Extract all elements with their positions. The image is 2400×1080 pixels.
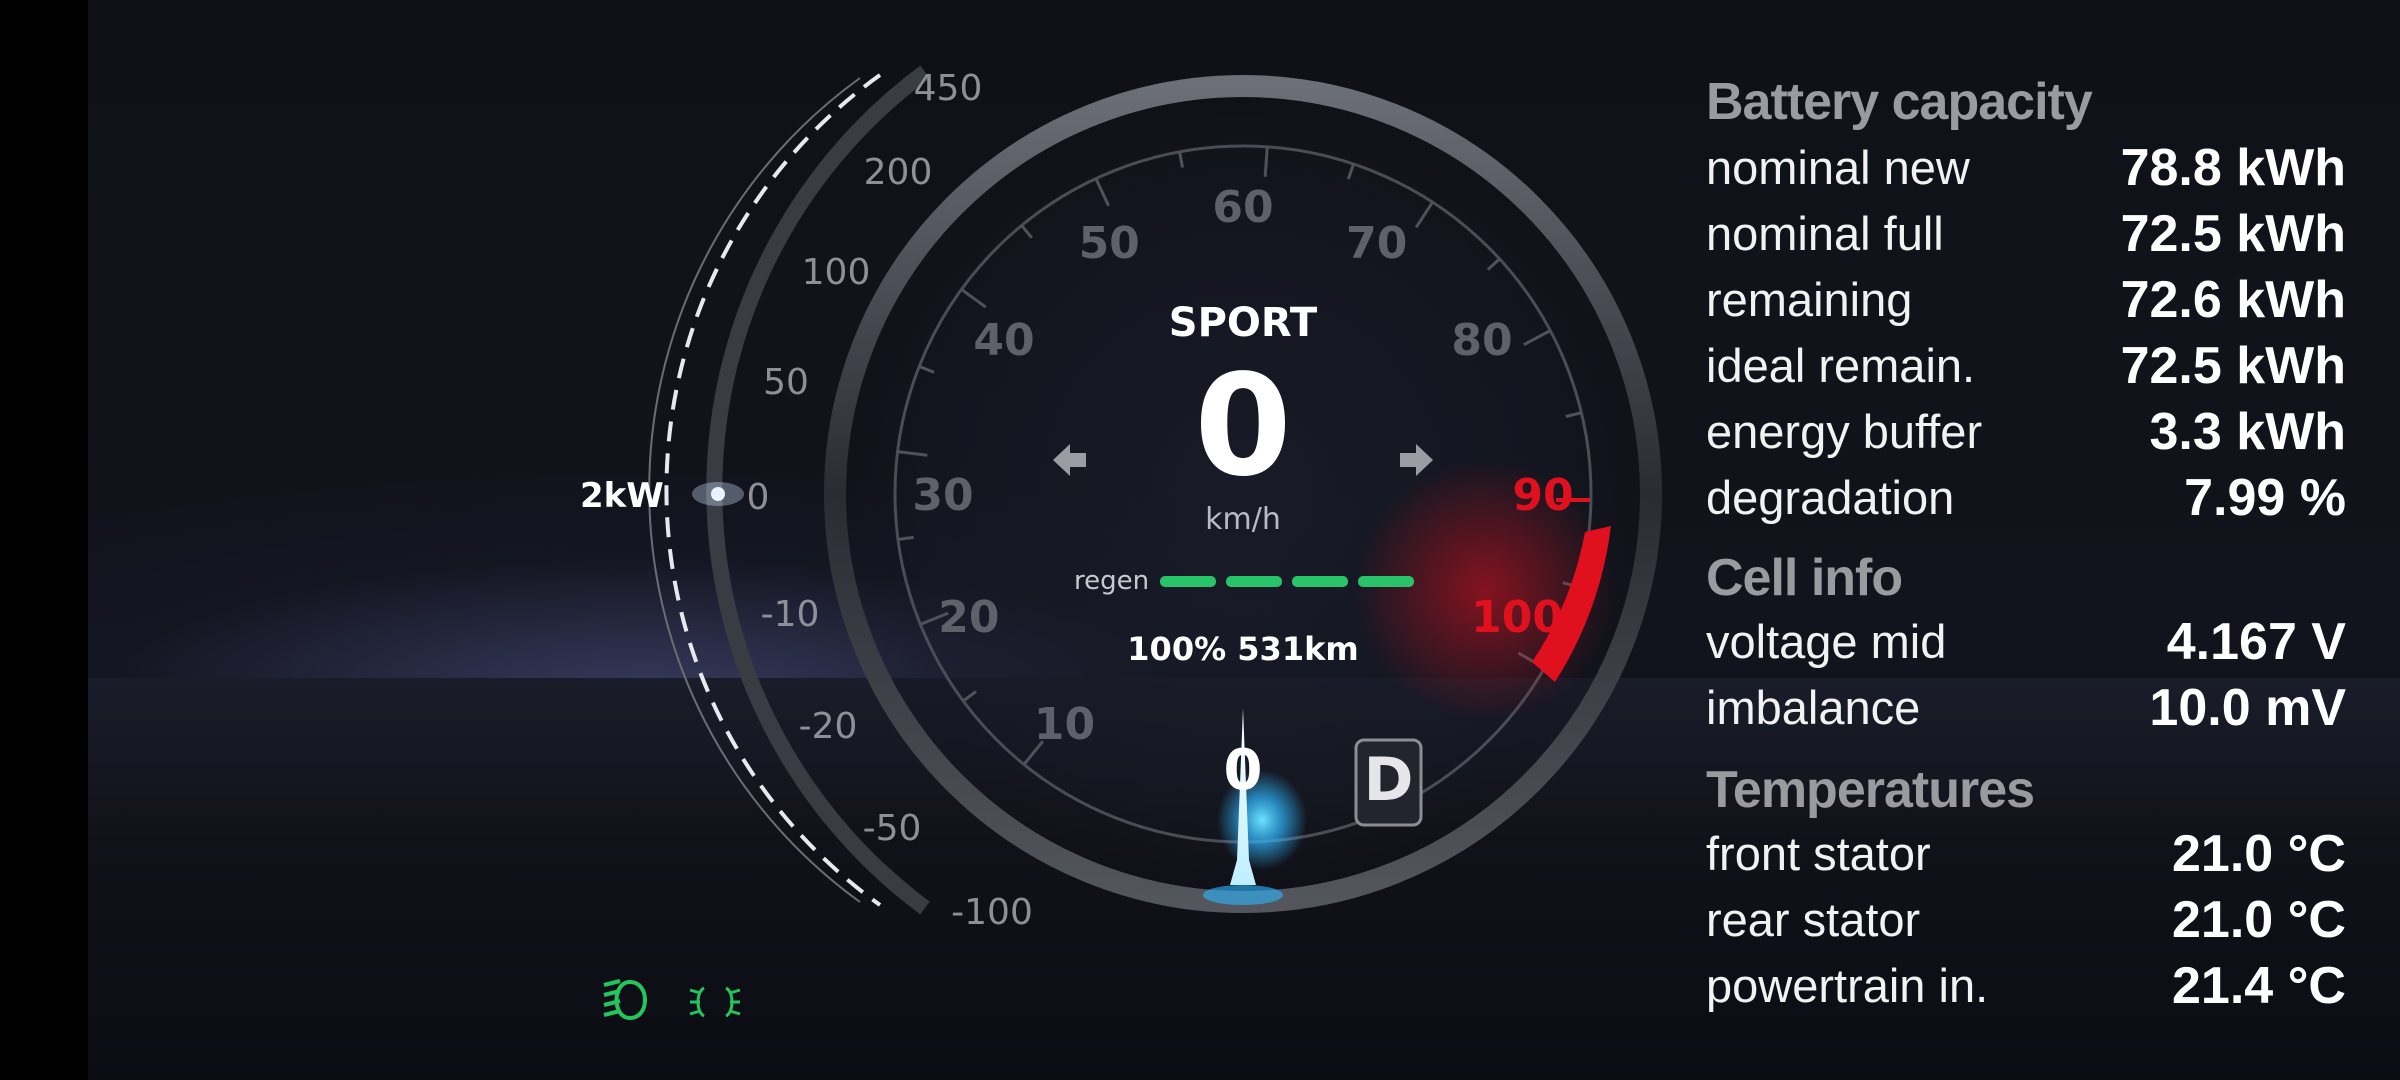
low-beam-headlight-icon [603, 979, 647, 1021]
stat-label: ideal remain. [1706, 339, 1976, 392]
stat-row: remaining 72.6 kWh [1706, 271, 2346, 332]
speed-value: 0 [1194, 345, 1292, 508]
power-tick-label: -50 [862, 808, 922, 849]
stat-label: voltage mid [1706, 615, 1947, 668]
regen-segment [1358, 576, 1414, 587]
stat-row: front stator 21.0 °C [1706, 825, 2346, 886]
stat-label: nominal new [1706, 141, 1970, 194]
regen-label: regen [1074, 566, 1150, 596]
stat-value: 3.3 kWh [2149, 403, 2347, 461]
gear-indicator: D [1363, 745, 1414, 815]
regen-segment [1160, 576, 1216, 587]
stat-label: front stator [1706, 827, 1931, 880]
battery-capacity-title: Battery capacity [1706, 73, 2093, 131]
speed-tick-label: 40 [973, 314, 1035, 366]
stat-value: 21.4 °C [2171, 957, 2346, 1015]
stat-value: 21.0 °C [2171, 891, 2346, 949]
stat-row: ideal remain. 72.5 kWh [1706, 337, 2346, 398]
stat-label: powertrain in. [1706, 959, 1989, 1012]
speed-tick-label: 80 [1451, 314, 1513, 366]
stat-row: voltage mid 4.167 V [1706, 613, 2346, 674]
speed-tick-label: 50 [1078, 218, 1140, 270]
stat-value: 10.0 mV [2149, 679, 2346, 737]
speed-tick-label: 30 [912, 470, 974, 521]
stat-label: remaining [1706, 273, 1913, 326]
power-tick-label: 50 [763, 362, 809, 403]
speed-tick-mark [897, 535, 915, 541]
stat-row: degradation 7.99 % [1706, 469, 2346, 530]
power-tick-label: 0 [746, 477, 770, 518]
speed-unit: km/h [1205, 502, 1281, 537]
stat-label: degradation [1706, 471, 1955, 524]
needle-base-glow [1203, 885, 1283, 905]
power-tick-label: -10 [760, 594, 820, 635]
stat-row: rear stator 21.0 °C [1706, 891, 2346, 952]
speed-tick-label: 100 [1471, 592, 1563, 644]
regen-segment [1226, 576, 1282, 587]
stat-row: imbalance 10.0 mV [1706, 679, 2346, 740]
parking-lights-icon [689, 986, 741, 1018]
temperatures-title: Temperatures [1706, 761, 2035, 819]
stat-label: energy buffer [1706, 405, 1983, 458]
stat-value: 72.6 kWh [2120, 271, 2346, 329]
stat-value: 21.0 °C [2171, 825, 2346, 883]
stat-row: powertrain in. 21.4 °C [1706, 957, 2346, 1018]
power-tick-label: 100 [801, 252, 871, 293]
regen-segment [1292, 576, 1348, 587]
needle-speed-label: 0 [1223, 738, 1263, 803]
stat-row: nominal full 72.5 kWh [1706, 205, 2346, 266]
power-tick-label: -20 [798, 706, 858, 747]
cell-info-title: Cell info [1706, 549, 1903, 607]
speed-tick-label: 60 [1212, 182, 1274, 233]
stat-value: 4.167 V [2166, 613, 2346, 671]
stat-value: 78.8 kWh [2120, 139, 2346, 197]
stat-value: 72.5 kWh [2120, 205, 2346, 263]
speed-tick-label: 20 [938, 592, 1000, 644]
stat-label: imbalance [1706, 681, 1921, 734]
power-readout: 2kW [580, 476, 664, 516]
power-tick-label: 450 [913, 68, 983, 109]
charge-range: 100% 531km [1127, 630, 1359, 668]
drive-mode-label: SPORT [1168, 300, 1318, 346]
power-tick-label: 200 [863, 152, 933, 193]
speed-tick-label: 10 [1033, 698, 1096, 750]
speed-tick-mark [1263, 146, 1269, 177]
stat-value: 7.99 % [2184, 469, 2346, 527]
stat-row: energy buffer 3.3 kWh [1706, 403, 2347, 464]
stat-row: nominal new 78.8 kWh [1706, 139, 2346, 200]
stat-value: 72.5 kWh [2120, 337, 2346, 395]
stat-label: rear stator [1706, 893, 1921, 946]
stat-label: nominal full [1706, 207, 1944, 260]
speed-tick-label: 90 [1512, 470, 1574, 521]
power-tick-label: -100 [951, 892, 1033, 933]
speed-tick-label: 70 [1346, 218, 1408, 270]
